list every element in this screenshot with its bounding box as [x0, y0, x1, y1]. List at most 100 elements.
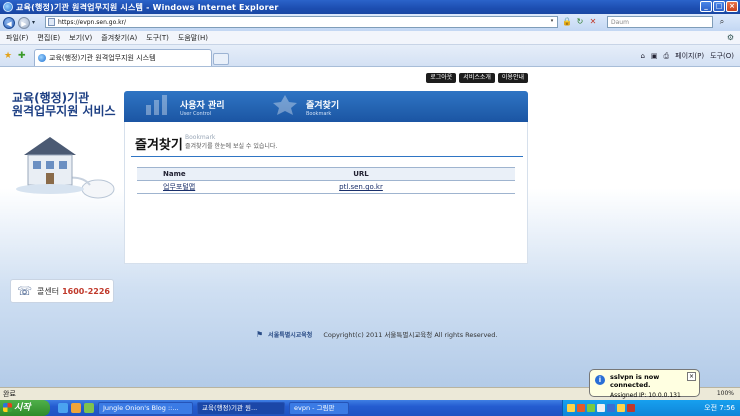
page-icon	[48, 18, 55, 26]
quicklaunch-ie-icon[interactable]	[58, 403, 68, 413]
system-tray: 오전 7:56	[562, 400, 740, 416]
page-viewport: 로그아웃 서비스소개 이용안내 교육(행정)기관 원격업무지원 서비스 사용자 …	[0, 67, 740, 387]
search-input[interactable]: Daum	[607, 16, 713, 28]
history-dropdown-icon[interactable]: ▾	[32, 19, 35, 26]
taskbar-button-evpn-ie[interactable]: 교육(행정)기관 원...	[197, 401, 285, 415]
balloon-text: Assigned IP: 10.0.0.131	[610, 392, 681, 399]
back-button[interactable]: ◀	[3, 16, 15, 29]
tools-menu[interactable]: 도구(O)	[710, 51, 734, 61]
bookmark-panel: 즐겨찾기 Bookmark 즐겨찾기를 한눈에 보실 수 있습니다. Name …	[124, 122, 528, 264]
maximize-button[interactable]: □	[713, 1, 725, 12]
column-name-header: Name	[163, 170, 186, 178]
refresh-icon[interactable]: ↻	[575, 17, 585, 27]
callcenter-number: 1600-2226	[62, 286, 110, 296]
star-icon	[273, 95, 297, 115]
nav-bookmark-label: 즐겨찾기	[306, 101, 340, 111]
phone-icon: ☏	[17, 284, 33, 298]
column-url-header: URL	[353, 170, 369, 178]
new-tab-button[interactable]	[213, 53, 229, 65]
taskbar-button-paint[interactable]: evpn - 그림판	[289, 401, 349, 415]
tray-icon-3[interactable]	[587, 404, 595, 412]
menu-tools[interactable]: 도구(T)	[146, 33, 169, 43]
main-nav: 사용자 관리 User Control 즐겨찾기 Bookmark	[124, 91, 528, 122]
site-title[interactable]: 교육(행정)기관 원격업무지원 서비스	[12, 91, 116, 119]
taskbar-button-blog[interactable]: Jungle Onion's Blog ::...	[98, 401, 193, 415]
tray-icon-4[interactable]	[597, 404, 605, 412]
status-text: 완료	[3, 390, 16, 398]
house-mouse-illustration	[16, 137, 115, 199]
menu-favorites[interactable]: 즐겨찾기(A)	[101, 33, 137, 43]
address-dropdown-icon[interactable]: ▾	[548, 18, 556, 26]
usage-guide-link[interactable]: 이용안내	[497, 73, 528, 83]
tray-icon-6[interactable]	[617, 404, 625, 412]
favorites-star-icon[interactable]: ★	[4, 51, 12, 61]
toolbar-options-icon[interactable]: ⚙	[727, 33, 734, 42]
quick-launch	[58, 403, 94, 413]
forward-button[interactable]: ▶	[18, 16, 30, 29]
nav-user-management-label: 사용자 관리	[180, 101, 225, 111]
menu-help[interactable]: 도움말(H)	[178, 33, 208, 43]
chart-icon	[146, 95, 167, 115]
tray-icon-5[interactable]	[607, 404, 615, 412]
stop-icon[interactable]: ✕	[588, 17, 598, 27]
ie-icon	[3, 2, 13, 12]
page-description: 즐겨찾기를 한눈에 보실 수 있습니다.	[185, 143, 278, 150]
table-header: Name URL	[137, 167, 515, 181]
menu-view[interactable]: 보기(V)	[69, 33, 92, 43]
tab-ie-icon	[38, 54, 46, 62]
bookmark-url-link[interactable]: ptl.sen.go.kr	[339, 183, 383, 191]
tab-evpn[interactable]: 교육(행정)기관 원격업무지원 시스템	[34, 49, 229, 66]
menu-file[interactable]: 파일(F)	[6, 33, 28, 43]
close-button[interactable]: ×	[726, 1, 738, 12]
quicklaunch-media-icon[interactable]	[71, 403, 81, 413]
minimize-button[interactable]: _	[700, 1, 712, 12]
command-bar: ⌂ ▣ ⎙ 페이지(P) 도구(O)	[640, 51, 734, 61]
bookmark-table: Name URL 업무포털맵 ptl.sen.go.kr	[137, 167, 515, 194]
menu-bar: 파일(F) 편집(E) 보기(V) 즐겨찾기(A) 도구(T) 도움말(H) ⚙	[0, 31, 740, 45]
menu-edit[interactable]: 편집(E)	[37, 33, 60, 43]
nav-user-management-en: User Control	[180, 111, 212, 117]
feeds-icon[interactable]: ▣	[651, 52, 658, 60]
windows-flag-icon	[3, 403, 12, 412]
tab-title: 교육(행정)기관 원격업무지원 시스템	[49, 54, 156, 62]
taskbar-clock: 오전 7:56	[704, 404, 735, 412]
search-icon[interactable]: ⌕	[716, 16, 728, 28]
tray-icon-1[interactable]	[567, 404, 575, 412]
callcenter-label: 콜센터	[37, 286, 60, 296]
quicklaunch-desktop-icon[interactable]	[84, 403, 94, 413]
footer-org: 서울특별시교육청	[268, 331, 313, 339]
zoom-level[interactable]: 100%	[717, 388, 734, 400]
page-subtitle: Bookmark	[185, 134, 216, 141]
home-icon[interactable]: ⌂	[640, 52, 644, 60]
tray-icon-2[interactable]	[577, 404, 585, 412]
title-divider	[131, 156, 523, 157]
tray-icon-7[interactable]	[627, 404, 635, 412]
table-row: 업무포털맵 ptl.sen.go.kr	[137, 181, 515, 194]
footer: ⚑ 서울특별시교육청 Copyright(c) 2011 서울특별시교육청 Al…	[256, 329, 498, 340]
print-icon[interactable]: ⎙	[664, 52, 670, 61]
site-title-line2: 원격업무지원 서비스	[12, 104, 116, 119]
lock-icon[interactable]: 🔒	[562, 17, 572, 27]
nav-bookmark[interactable]: 즐겨찾기 Bookmark	[273, 95, 340, 117]
callcenter-box: ☏ 콜센터 1600-2226	[10, 279, 114, 303]
bookmark-name-cell: 업무포털맵	[137, 182, 247, 192]
vpn-notification-balloon[interactable]: i sslvpn is now connected. Assigned IP: …	[589, 369, 700, 399]
address-actions: 🔒 ↻ ✕	[562, 17, 598, 27]
page-menu[interactable]: 페이지(P)	[675, 51, 704, 61]
balloon-close-button[interactable]: ×	[687, 372, 696, 381]
address-input[interactable]: https://evpn.sen.go.kr/ ▾	[45, 16, 558, 28]
address-toolbar: ◀ ▶ ▾ https://evpn.sen.go.kr/ ▾ 🔒 ↻ ✕ Da…	[0, 14, 740, 31]
tab-bar: ★ ✚ 교육(행정)기관 원격업무지원 시스템 ⌂ ▣ ⎙ 페이지(P) 도구(…	[0, 45, 740, 67]
top-links: 로그아웃 서비스소개 이용안내	[426, 73, 528, 83]
address-url: https://evpn.sen.go.kr/	[58, 18, 127, 26]
window-title: 교육(행정)기관 원격업무지원 시스템 - Windows Internet E…	[16, 2, 279, 12]
logout-link[interactable]: 로그아웃	[426, 73, 457, 83]
add-favorites-icon[interactable]: ✚	[18, 51, 26, 61]
service-intro-link[interactable]: 서비스소개	[459, 73, 495, 83]
taskbar: 시작 Jungle Onion's Blog ::... 교육(행정)기관 원.…	[0, 400, 740, 416]
nav-bookmark-en: Bookmark	[306, 111, 332, 117]
start-button[interactable]: 시작	[0, 400, 50, 416]
page-title: 즐겨찾기	[135, 138, 183, 153]
nav-user-management[interactable]: 사용자 관리 User Control	[146, 95, 225, 117]
bookmark-name-link[interactable]: 업무포털맵	[163, 183, 195, 191]
